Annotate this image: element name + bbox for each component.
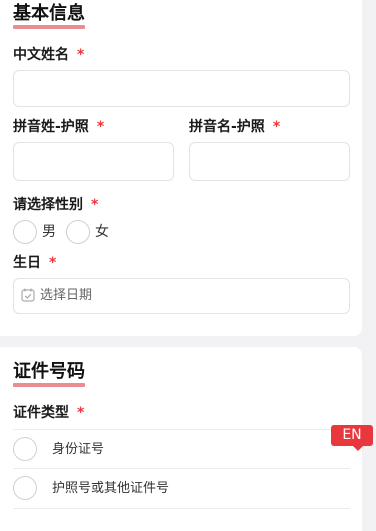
title-underline xyxy=(13,25,85,29)
divider xyxy=(13,468,350,469)
pinyin-last-name-label: 拼音姓-护照 * xyxy=(13,119,105,135)
chinese-name-input[interactable] xyxy=(13,70,350,107)
radio-id-card[interactable] xyxy=(13,437,37,461)
basic-info-title: 基本信息 xyxy=(13,3,85,29)
basic-info-card: 基本信息 中文姓名 * 拼音姓-护照 * 拼音名-护照 * 请选择性别 * 男 女 生日… xyxy=(0,0,362,336)
required-mark: * xyxy=(49,255,57,271)
pinyin-first-name-label: 拼音名-护照 * xyxy=(189,119,281,135)
divider xyxy=(13,429,350,430)
chinese-name-label: 中文姓名 * xyxy=(13,47,85,63)
certificate-card: 证件号码 证件类型 * 身份证号 护照号或其他证件号 xyxy=(0,347,362,531)
pinyin-last-name-input[interactable] xyxy=(13,142,174,181)
certificate-title: 证件号码 xyxy=(13,361,85,387)
certificate-type-label: 证件类型 * xyxy=(13,405,85,421)
required-mark: * xyxy=(77,47,85,63)
divider xyxy=(13,508,350,509)
required-mark: * xyxy=(272,119,281,135)
required-mark: * xyxy=(91,197,99,213)
pinyin-first-name-input[interactable] xyxy=(189,142,350,181)
required-mark: * xyxy=(77,405,85,421)
title-underline xyxy=(13,383,85,387)
radio-male[interactable] xyxy=(13,220,37,244)
birthday-date-input[interactable]: 选择日期 xyxy=(13,278,350,314)
required-mark: * xyxy=(96,119,105,135)
radio-passport[interactable] xyxy=(13,476,37,500)
birthday-placeholder: 选择日期 xyxy=(40,288,93,303)
language-switch-button[interactable]: EN xyxy=(331,425,373,451)
birthday-label: 生日 * xyxy=(13,255,57,271)
calendar-icon xyxy=(21,288,35,302)
gender-label: 请选择性别 * xyxy=(13,197,99,213)
radio-female[interactable] xyxy=(66,220,90,244)
